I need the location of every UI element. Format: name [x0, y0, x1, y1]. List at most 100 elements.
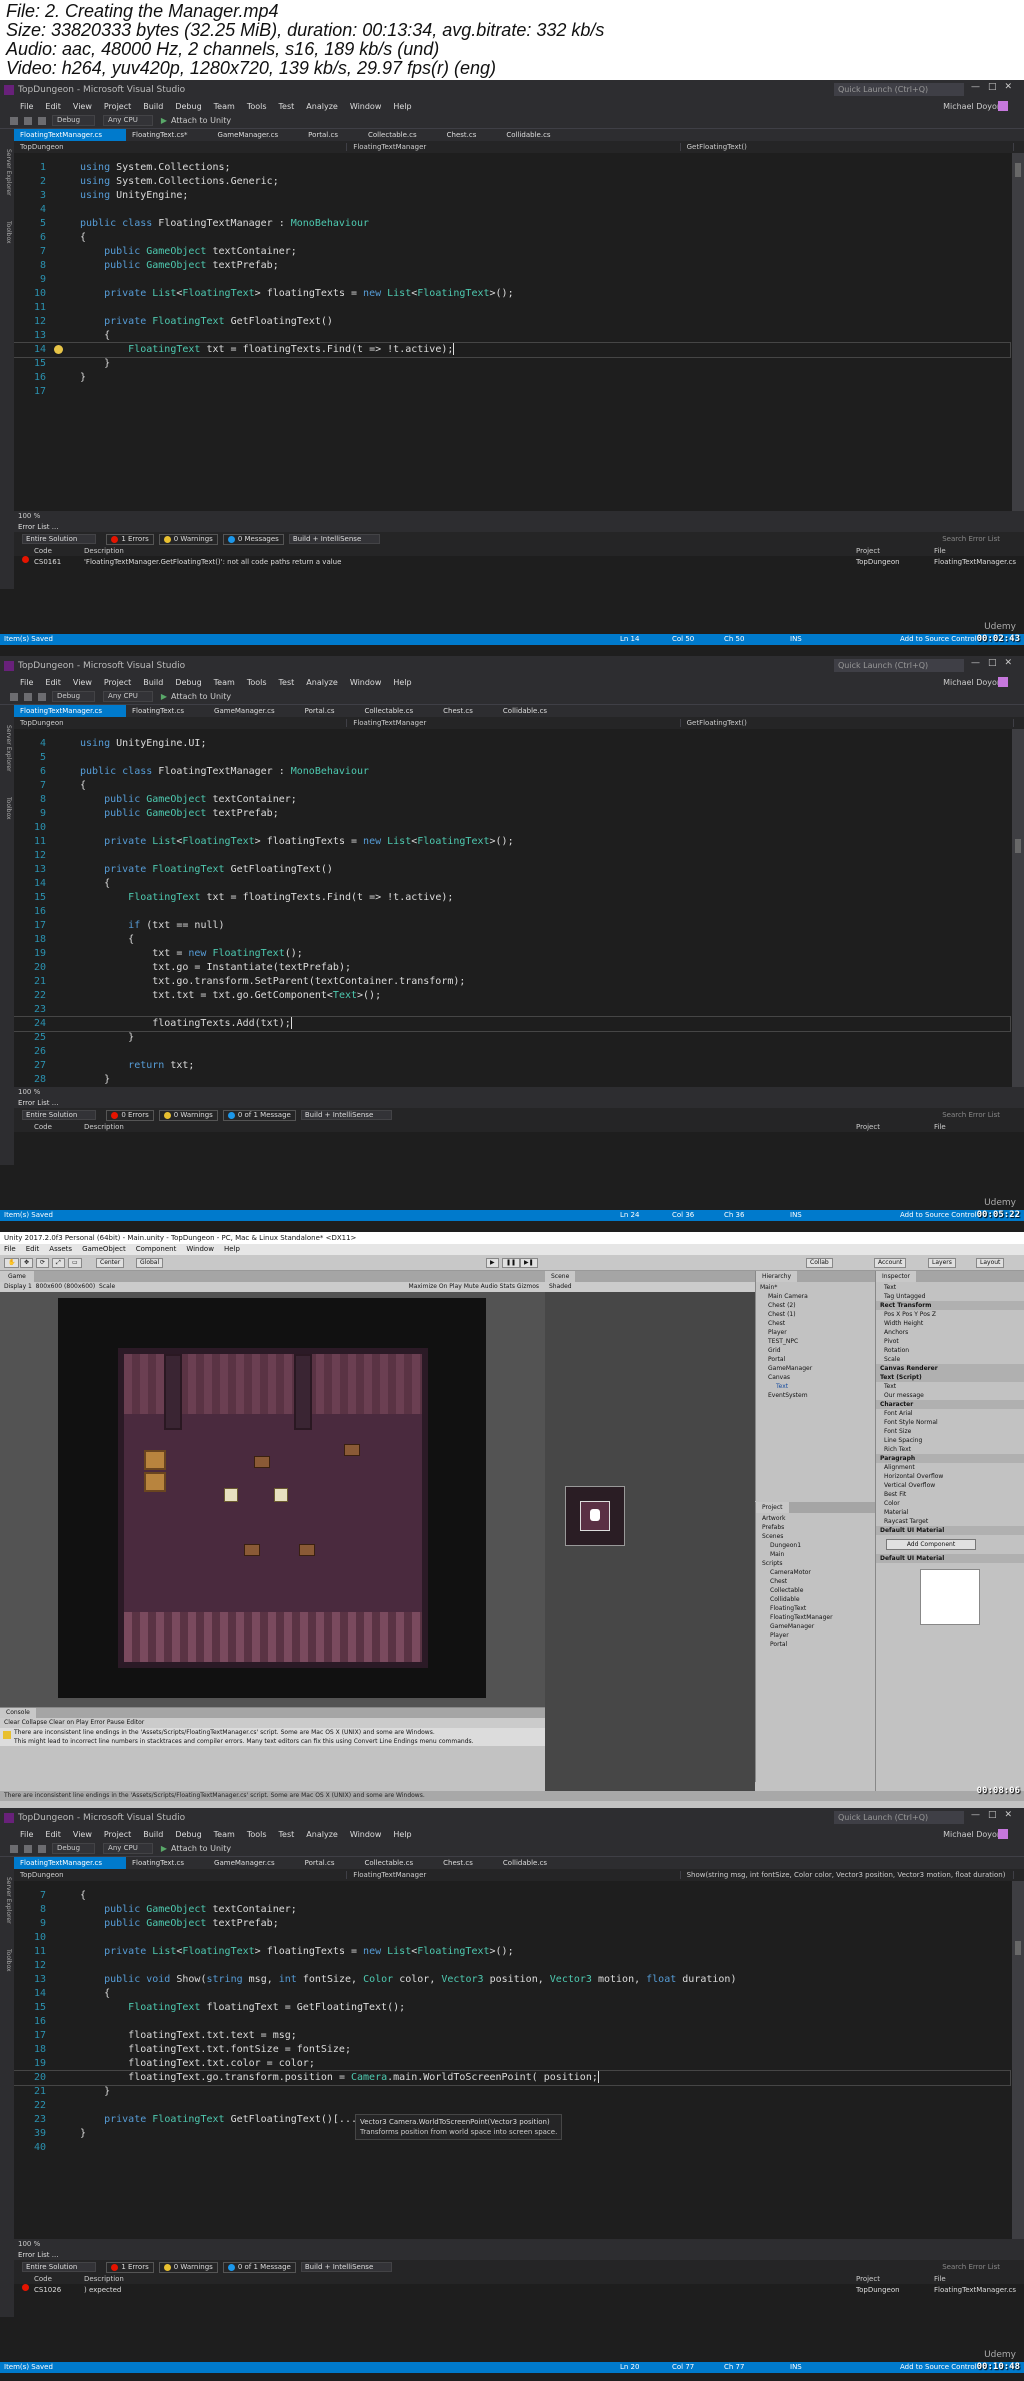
- code-line[interactable]: 5 public class FloatingTextManager : Mono…: [14, 217, 1010, 231]
- col-description[interactable]: Description: [84, 2274, 124, 2284]
- zoom-level[interactable]: 100 %: [14, 1087, 1024, 1098]
- document-tab[interactable]: FloatingText.cs: [126, 1857, 208, 1869]
- menu-build[interactable]: Build: [143, 1830, 163, 1839]
- menu-team[interactable]: Team: [214, 102, 235, 111]
- document-tab[interactable]: Collectable.cs: [358, 1857, 437, 1869]
- back-icon[interactable]: [10, 1844, 18, 1853]
- tree-item[interactable]: Canvas: [756, 1373, 875, 1382]
- menu-project[interactable]: Project: [104, 1830, 131, 1839]
- avatar[interactable]: [998, 101, 1008, 111]
- code-line[interactable]: 12: [14, 849, 1010, 863]
- document-tab[interactable]: FloatingTextManager.cs: [14, 129, 127, 141]
- tree-item[interactable]: Collectable: [756, 1586, 875, 1595]
- menu-build[interactable]: Build: [143, 102, 163, 111]
- menu-debug[interactable]: Debug: [175, 678, 201, 687]
- document-tab[interactable]: Chest.cs: [441, 129, 501, 141]
- document-tab[interactable]: Chest.cs: [437, 705, 497, 717]
- inspector-field[interactable]: Pivot: [876, 1337, 1024, 1346]
- project-tab[interactable]: Project: [756, 1502, 789, 1513]
- menu-team[interactable]: Team: [214, 1830, 235, 1839]
- step-icon[interactable]: ▶❚: [520, 1258, 538, 1268]
- code-line[interactable]: 10: [14, 1931, 1010, 1945]
- nav-dropdown[interactable]: GetFloatingText(): [681, 143, 1014, 151]
- menu-help[interactable]: Help: [393, 678, 411, 687]
- code-line[interactable]: 25 }: [14, 1031, 1010, 1045]
- inspector-field[interactable]: Color: [876, 1499, 1024, 1508]
- code-editor[interactable]: 4 using UnityEngine.UI; 5 6 public class Flo…: [14, 729, 1012, 1087]
- tree-item[interactable]: Portal: [756, 1640, 875, 1649]
- code-line[interactable]: 18 floatingText.txt.fontSize = fontSize;: [14, 2043, 1010, 2057]
- tree-item[interactable]: Player: [756, 1328, 875, 1337]
- source-control-button[interactable]: Add to Source Control: [900, 634, 977, 645]
- collab-button[interactable]: Collab: [806, 1258, 833, 1268]
- document-tab[interactable]: Collectable.cs: [358, 705, 437, 717]
- document-tab[interactable]: Collidable.cs: [500, 129, 574, 141]
- tree-item[interactable]: Scripts: [756, 1559, 875, 1568]
- platform-combo[interactable]: Any CPU: [103, 691, 153, 702]
- back-icon[interactable]: [10, 692, 18, 701]
- inspector-field[interactable]: Text: [876, 1382, 1024, 1391]
- scope-combo[interactable]: Entire Solution: [22, 534, 97, 544]
- document-tab[interactable]: Collectable.cs: [362, 129, 441, 141]
- resolution-select[interactable]: 800x600 (800x600): [36, 1283, 96, 1290]
- game-viewport[interactable]: [58, 1298, 486, 1698]
- code-line[interactable]: 1 using System.Collections;: [14, 161, 1010, 175]
- user-name[interactable]: Michael Doyon: [943, 102, 1002, 111]
- inspector-field[interactable]: Tag Untagged: [876, 1292, 1024, 1301]
- build-filter-combo[interactable]: Build + IntelliSense: [300, 2262, 393, 2272]
- inspector-field[interactable]: Pos X Pos Y Pos Z: [876, 1310, 1024, 1319]
- col-file[interactable]: File: [934, 1122, 946, 1132]
- code-line[interactable]: 16: [14, 2015, 1010, 2029]
- menu-window[interactable]: Window: [350, 102, 382, 111]
- layers-button[interactable]: Layers: [928, 1258, 956, 1268]
- error-row[interactable]: CS1026) expected TopDungeon FloatingTextMa…: [14, 2284, 1024, 2296]
- zoom-level[interactable]: 100 %: [14, 511, 1024, 522]
- code-line[interactable]: 17: [14, 385, 1010, 399]
- unity-menu-assets[interactable]: Assets: [49, 1245, 72, 1253]
- menu-analyze[interactable]: Analyze: [306, 102, 338, 111]
- inspector-field[interactable]: Character: [876, 1400, 1024, 1409]
- tree-item[interactable]: FloatingText: [756, 1604, 875, 1613]
- save-icon[interactable]: [24, 116, 32, 125]
- tree-item[interactable]: TEST_NPC: [756, 1337, 875, 1346]
- code-line[interactable]: 14 FloatingText txt = floatingTexts.Find…: [14, 342, 1011, 358]
- messages-filter[interactable]: 0 of 1 Message: [222, 1109, 296, 1121]
- platform-combo[interactable]: Any CPU: [103, 115, 153, 126]
- code-line[interactable]: 15 FloatingText floatingText = GetFloati…: [14, 2001, 1010, 2015]
- menu-edit[interactable]: Edit: [45, 102, 61, 111]
- code-line[interactable]: 18 {: [14, 933, 1010, 947]
- scene-shading-select[interactable]: Shaded: [545, 1282, 755, 1292]
- document-tab[interactable]: Portal.cs: [299, 705, 359, 717]
- user-name[interactable]: Michael Doyon: [943, 678, 1002, 687]
- menu-tools[interactable]: Tools: [247, 102, 267, 111]
- menu-view[interactable]: View: [73, 678, 92, 687]
- source-control-button[interactable]: Add to Source Control: [900, 2362, 977, 2373]
- menu-file[interactable]: File: [20, 678, 33, 687]
- pause-icon[interactable]: ❚❚: [502, 1258, 521, 1268]
- source-control-button[interactable]: Add to Source Control: [900, 1210, 977, 1221]
- code-line[interactable]: 5: [14, 751, 1010, 765]
- col-code[interactable]: Code: [34, 546, 52, 556]
- code-line[interactable]: 26: [14, 1045, 1010, 1059]
- code-line[interactable]: 8 public GameObject textContainer;: [14, 793, 1010, 807]
- document-tab[interactable]: FloatingTextManager.cs: [14, 1857, 127, 1869]
- menu-test[interactable]: Test: [279, 102, 295, 111]
- code-line[interactable]: 20 txt.go = Instantiate(textPrefab);: [14, 961, 1010, 975]
- code-line[interactable]: 9 public GameObject textPrefab;: [14, 807, 1010, 821]
- scale-slider[interactable]: Scale: [99, 1283, 115, 1290]
- code-line[interactable]: 15 }: [14, 357, 1010, 371]
- unity-menu-help[interactable]: Help: [224, 1245, 240, 1253]
- code-line[interactable]: 4: [14, 203, 1010, 217]
- layout-button[interactable]: Layout: [976, 1258, 1005, 1268]
- back-icon[interactable]: [10, 116, 18, 125]
- code-line[interactable]: 7{: [14, 1889, 1010, 1903]
- rotate-tool-icon[interactable]: ⟳: [36, 1258, 50, 1268]
- code-line[interactable]: 19 txt = new FloatingText();: [14, 947, 1010, 961]
- avatar[interactable]: [998, 677, 1008, 687]
- tree-item[interactable]: EventSystem: [756, 1391, 875, 1400]
- toolbox-tab[interactable]: Toolbox: [2, 221, 12, 244]
- error-row[interactable]: CS0161 'FloatingTextManager.GetFloatingTe…: [14, 556, 1024, 568]
- inspector-field[interactable]: Rotation: [876, 1346, 1024, 1355]
- mute-audio-toggle[interactable]: Mute Audio: [464, 1283, 498, 1290]
- editor-scrollbar[interactable]: [1012, 729, 1024, 1087]
